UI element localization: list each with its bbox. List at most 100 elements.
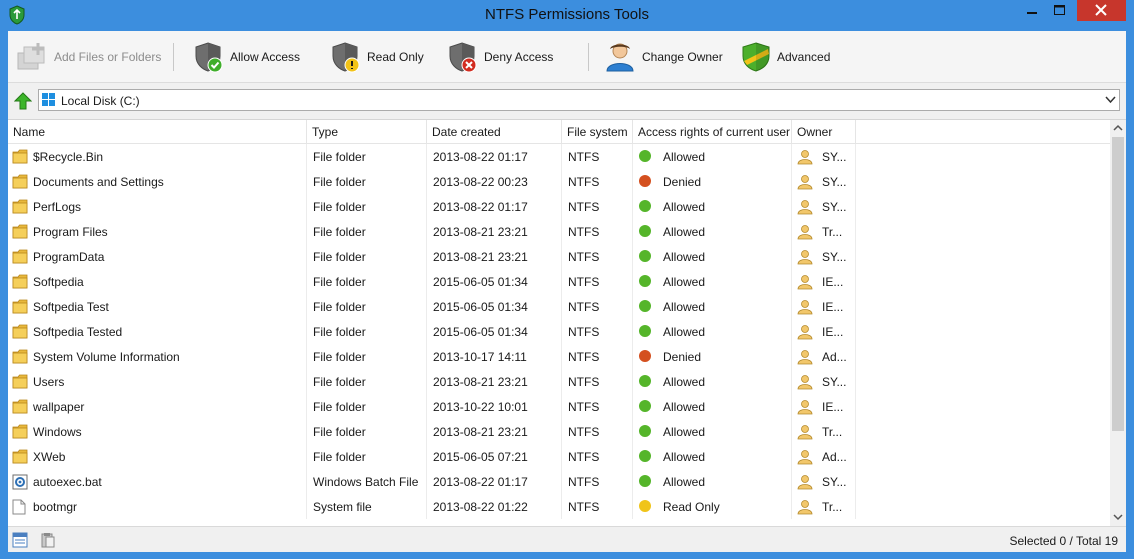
column-fs[interactable]: File system [562,120,633,144]
column-type[interactable]: Type [307,120,427,144]
close-button[interactable] [1077,0,1126,21]
add-files-label: Add Files or Folders [54,50,162,64]
column-name[interactable]: Name [8,120,307,144]
cell-owner: Tr... [792,219,856,244]
owner-text: Tr... [822,425,843,439]
minimize-button[interactable] [1018,0,1046,21]
cell-filesystem: NTFS [562,194,633,219]
maximize-icon [1054,5,1065,15]
advanced-label: Advanced [777,50,831,64]
folder-icon [12,424,28,439]
allow-access-button[interactable]: Allow Access [194,39,300,75]
list-view-icon[interactable] [12,532,28,548]
client-area: Add Files or Folders Allow Access Read O… [8,31,1126,552]
access-status-dot [639,400,651,412]
cell-access: Allowed [633,144,792,169]
vertical-scrollbar[interactable] [1110,120,1126,526]
cell-filesystem: NTFS [562,344,633,369]
table-row[interactable]: bootmgr System file 2013-08-22 01:22 NTFS Re… [8,494,1110,519]
table-row[interactable]: ProgramData File folder 2013-08-21 23:21 NT… [8,244,1110,269]
cell-owner: IE... [792,394,856,419]
file-name: Program Files [33,225,108,239]
up-arrow-icon[interactable] [14,92,32,110]
cell-date: 2013-08-22 00:23 [427,169,562,194]
cell-type: System file [307,494,427,519]
table-row[interactable]: wallpaper File folder 2013-10-22 10:01 NTFS… [8,394,1110,419]
access-status-text: Allowed [663,200,706,214]
folder-icon [12,199,28,214]
file-name: ProgramData [33,250,105,264]
access-status-dot [639,450,651,462]
table-row[interactable]: Program Files File folder 2013-08-21 23:21… [8,219,1110,244]
table-row[interactable]: Softpedia File folder 2015-06-05 01:34 NTFS… [8,269,1110,294]
close-icon [1095,4,1107,16]
cell-date: 2013-08-22 01:17 [427,469,562,494]
cell-access: Allowed [633,394,792,419]
cell-filesystem: NTFS [562,394,633,419]
file-name: Softpedia Tested [33,325,123,339]
owner-user-icon [797,225,813,240]
file-name: Users [33,375,65,389]
deny-access-button[interactable]: Deny Access [448,39,553,75]
title-bar[interactable]: NTFS Permissions Tools [0,0,1134,31]
shield-check-icon [195,42,223,73]
access-status-text: Allowed [663,475,706,489]
table-row[interactable]: System Volume Information File folder 2013… [8,344,1110,369]
scroll-down-icon[interactable] [1113,513,1123,521]
owner-text: Ad... [822,350,847,364]
owner-text: Tr... [822,500,843,514]
file-name: Softpedia Test [33,300,109,314]
file-name: $Recycle.Bin [33,150,104,164]
file-name: bootmgr [33,500,78,514]
cell-type: File folder [307,394,427,419]
table-row[interactable]: autoexec.bat Windows Batch File 2013-08-22… [8,469,1110,494]
column-header: Name Type Date created File system Acces… [8,120,1110,144]
cell-owner: Ad... [792,444,856,469]
access-status-dot [639,475,651,487]
add-files-button[interactable]: Add Files or Folders [16,39,161,75]
access-status-dot [639,275,651,287]
cell-name: Softpedia Test [8,294,307,319]
folder-icon [12,224,28,239]
column-access[interactable]: Access rights of current user [633,120,792,144]
folder-icon [12,299,28,314]
table-row[interactable]: Windows File folder 2013-08-21 23:21 NTFS Al… [8,419,1110,444]
folder-icon [12,374,28,389]
maximize-button[interactable] [1046,0,1073,21]
owner-user-icon [797,475,813,490]
cell-date: 2015-06-05 01:34 [427,294,562,319]
chevron-down-icon[interactable] [1105,94,1116,106]
scroll-up-icon[interactable] [1113,124,1123,132]
table-row[interactable]: $Recycle.Bin File folder 2013-08-22 01:17 N… [8,144,1110,169]
shield-warning-icon [332,42,360,73]
column-date[interactable]: Date created [427,120,562,144]
file-name: PerfLogs [33,200,82,214]
table-row[interactable]: XWeb File folder 2015-06-05 07:21 NTFS Allow… [8,444,1110,469]
access-status-dot [639,225,651,237]
shield-deny-icon [449,42,477,73]
table-row[interactable]: PerfLogs File folder 2013-08-22 01:17 NTFS A… [8,194,1110,219]
table-row[interactable]: Softpedia Test File folder 2015-06-05 01:3… [8,294,1110,319]
column-owner[interactable]: Owner [792,120,856,144]
cell-type: File folder [307,169,427,194]
table-row[interactable]: Users File folder 2013-08-21 23:21 NTFS Allo… [8,369,1110,394]
cell-access: Allowed [633,369,792,394]
cell-access: Allowed [633,194,792,219]
cell-owner: IE... [792,319,856,344]
path-combobox[interactable]: Local Disk (C:) [38,89,1120,111]
access-status-text: Allowed [663,250,706,264]
advanced-button[interactable]: Advanced [741,39,830,75]
cell-name: System Volume Information [8,344,307,369]
clipboard-icon[interactable] [40,532,56,548]
cell-type: File folder [307,194,427,219]
cell-type: File folder [307,344,427,369]
table-row[interactable]: Softpedia Tested File folder 2015-06-05 01… [8,319,1110,344]
access-status-dot [639,375,651,387]
file-icon [12,499,26,515]
file-list[interactable]: Name Type Date created File system Acces… [8,119,1126,526]
read-only-button[interactable]: Read Only [331,39,424,75]
cell-name: Softpedia Tested [8,319,307,344]
change-owner-button[interactable]: Change Owner [604,39,723,75]
table-row[interactable]: Documents and Settings File folder 2013-08… [8,169,1110,194]
scrollbar-thumb[interactable] [1112,137,1124,431]
